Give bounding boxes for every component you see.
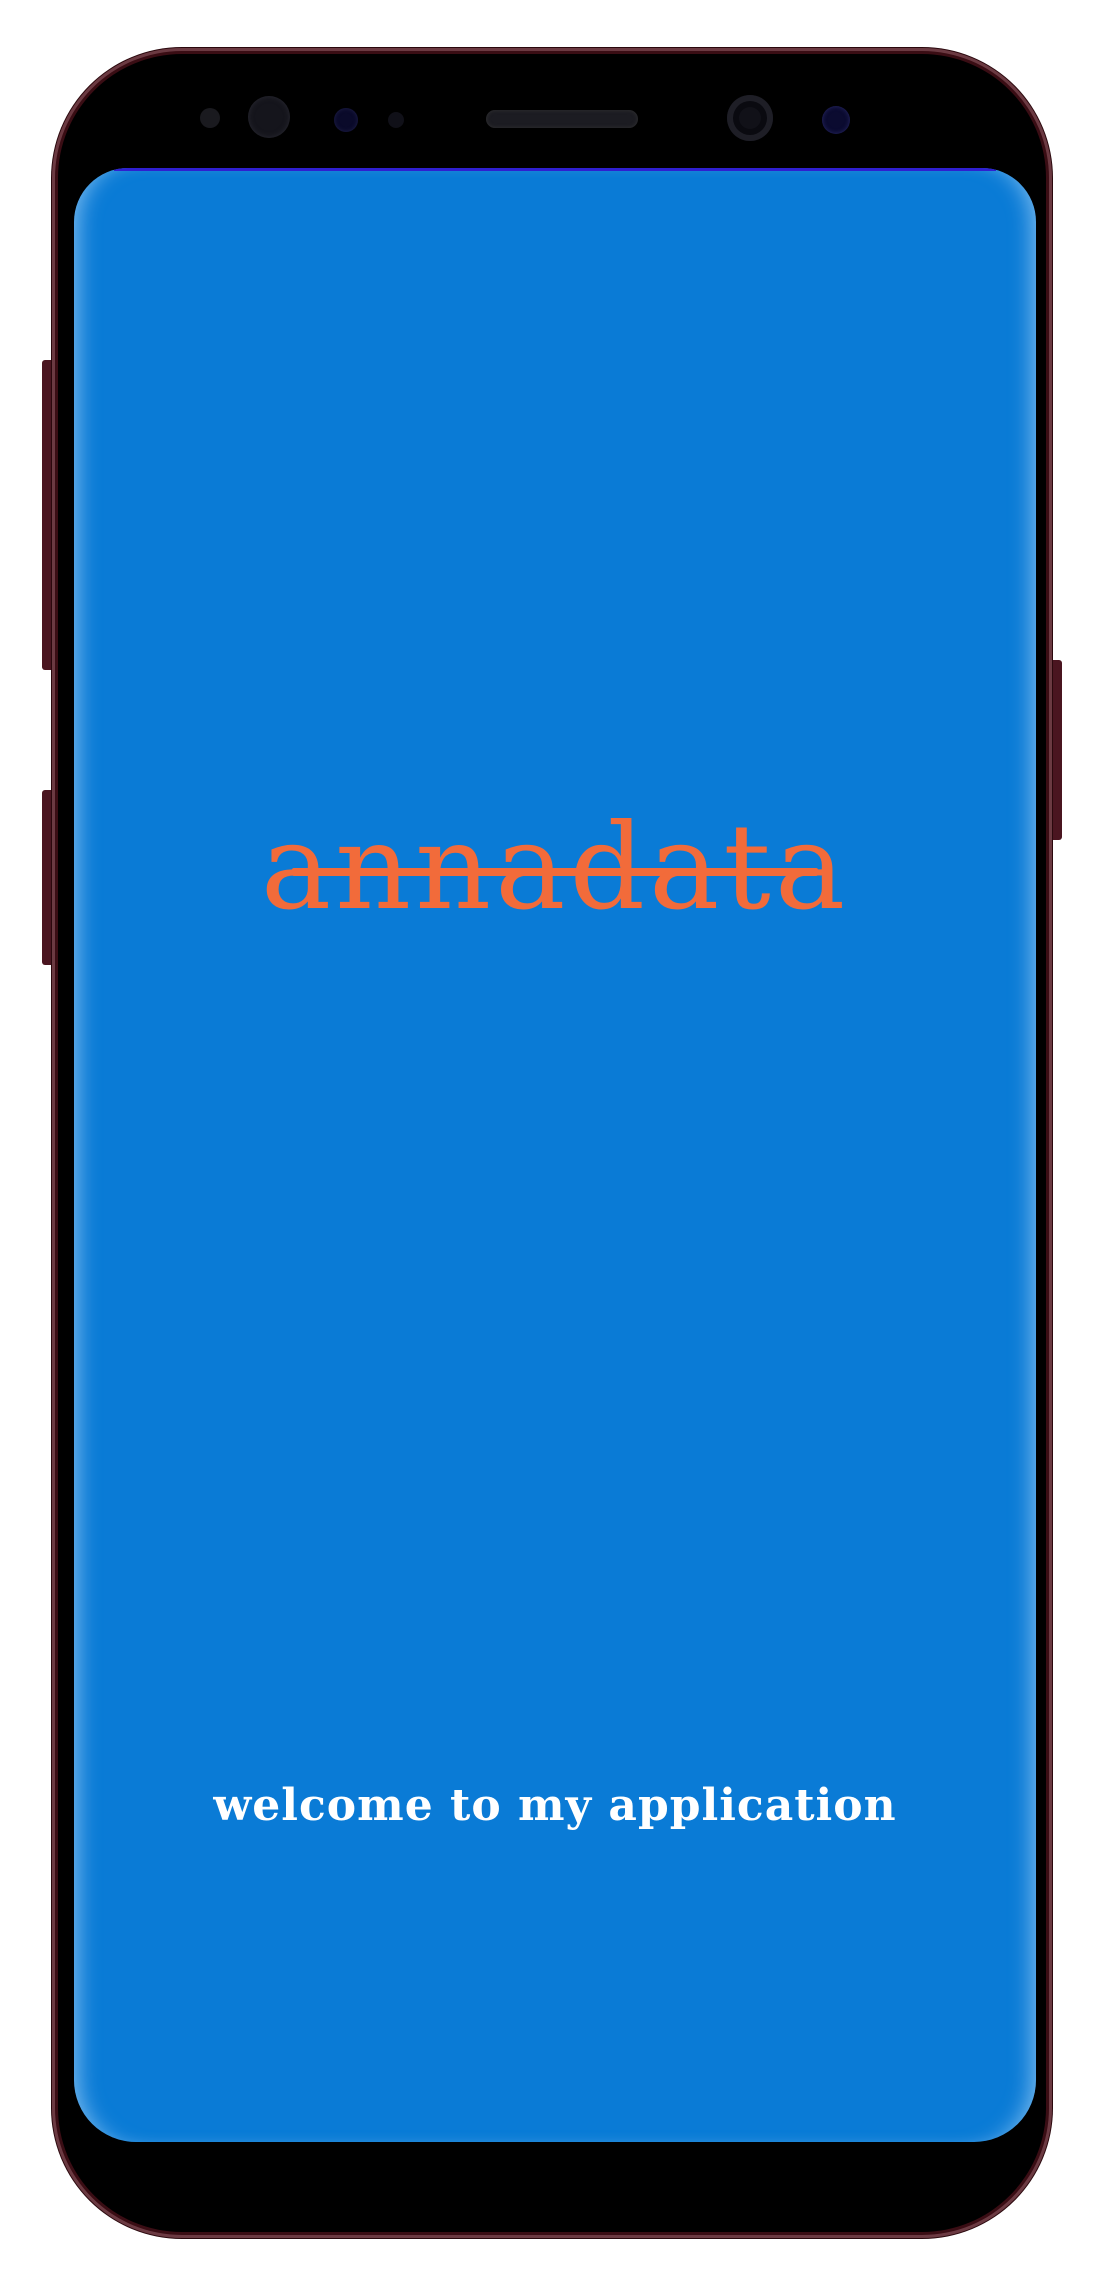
iris-led-icon (334, 108, 358, 132)
proximity-sensor-icon (200, 108, 220, 128)
splash-screen: annadata welcome to my application (74, 168, 1036, 2142)
brand-title: annadata (260, 798, 850, 936)
light-sensor-icon (248, 96, 290, 138)
device-frame: annadata welcome to my application (0, 0, 1101, 2284)
earpiece-speaker (486, 110, 638, 128)
iris-camera-icon (822, 106, 850, 134)
front-camera-icon (727, 95, 773, 141)
status-bar-strip (114, 168, 996, 171)
welcome-message: welcome to my application (213, 1780, 897, 1831)
notification-led-icon (388, 112, 404, 128)
